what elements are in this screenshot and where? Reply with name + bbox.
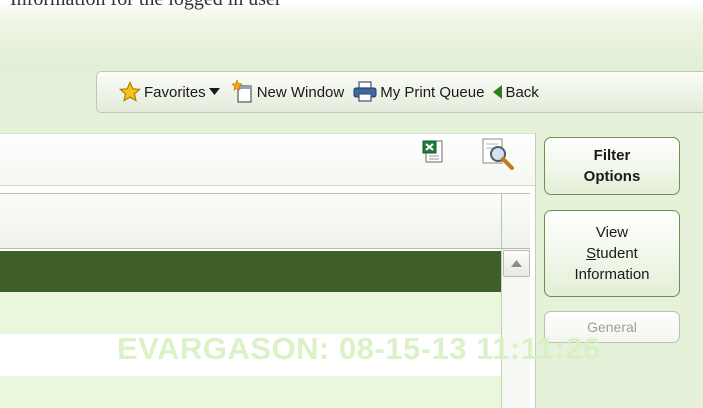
new-window-button[interactable]: New Window [231, 80, 345, 104]
print-preview-icon[interactable] [481, 137, 515, 171]
excel-export-icon[interactable] [421, 139, 447, 165]
grid-column-header [0, 193, 530, 249]
column-divider [501, 193, 502, 249]
star-icon [119, 81, 141, 102]
triangle-up-icon [511, 260, 522, 267]
favorites-menu[interactable]: Favorites [119, 81, 223, 103]
back-button[interactable]: Back [493, 83, 539, 101]
filter-options-button[interactable]: Filter Options [544, 137, 680, 195]
new-window-icon [231, 80, 252, 103]
print-queue-label: My Print Queue [380, 83, 485, 101]
global-toolbar: Favorites New Window My Print Queue Back [96, 71, 703, 113]
table-row[interactable] [0, 376, 501, 408]
caret-down-icon [208, 88, 220, 95]
table-row[interactable] [0, 292, 501, 334]
view-label-line1: View [595, 224, 629, 241]
favorites-label: Favorites [144, 83, 206, 101]
report-header-bar [0, 133, 535, 186]
scroll-up-button[interactable] [503, 250, 530, 277]
filter-label-line2: Options [583, 168, 641, 185]
banner-text: Information for the logged in user [10, 0, 282, 11]
print-queue-button[interactable]: My Print Queue [353, 81, 484, 103]
access-key-letter: S [586, 245, 597, 262]
filter-label-line1: Filter [593, 147, 631, 164]
back-label: Back [505, 83, 539, 101]
view-label-line3: Information [574, 266, 650, 283]
table-row-selected[interactable] [0, 251, 501, 292]
top-banner: Information for the logged in user [0, 0, 703, 133]
user-timestamp-watermark: EVARGASON: 08-15-13 11:11:26 [117, 331, 601, 366]
view-student-information-button[interactable]: View Student Information [544, 210, 680, 297]
view-label-line2-rest: tudent [596, 245, 638, 262]
view-label-line2: Student [586, 243, 638, 264]
new-window-label: New Window [256, 83, 345, 101]
back-arrow-icon [493, 85, 503, 99]
printer-icon [353, 81, 377, 102]
